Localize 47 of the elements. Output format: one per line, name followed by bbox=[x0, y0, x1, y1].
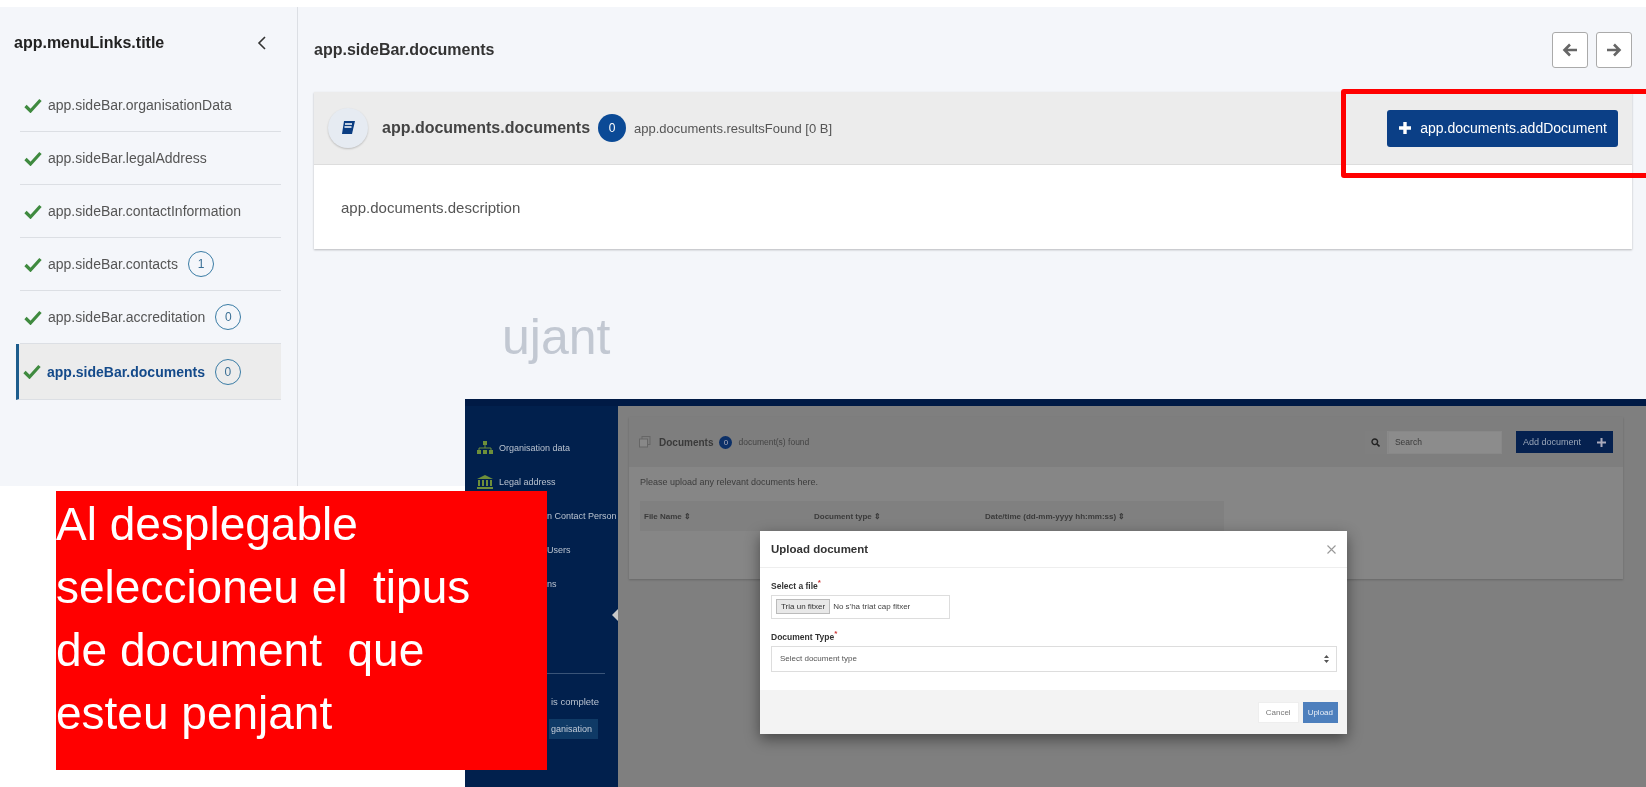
plus-icon bbox=[1398, 121, 1413, 135]
plus-icon bbox=[1597, 437, 1606, 447]
annotation-text: esteu penjant bbox=[56, 686, 334, 741]
description-text: Please upload any relevant documents here. bbox=[640, 477, 820, 487]
card-title: app.documents.documents bbox=[382, 119, 591, 137]
count-badge: 0 bbox=[598, 114, 627, 142]
sidebar-item[interactable]: app.sideBar.contacts 1 bbox=[20, 238, 281, 291]
page-title: app.sideBar.documents bbox=[314, 40, 495, 59]
pointer-icon bbox=[612, 609, 618, 621]
bank-icon bbox=[477, 475, 493, 489]
upload-button[interactable]: Upload bbox=[1302, 701, 1338, 723]
forward-button[interactable] bbox=[1596, 31, 1632, 68]
close-icon[interactable] bbox=[1327, 544, 1336, 554]
sidebar-item[interactable]: app.sideBar.legalAddress bbox=[20, 132, 281, 185]
inset-status-text: is complete bbox=[551, 696, 601, 707]
file-input[interactable]: Tria un fitxer No s'ha triat cap fitxer bbox=[771, 594, 950, 619]
annotation-text: seleccioneu el tipus bbox=[56, 560, 472, 615]
annotation-text: de document que bbox=[56, 623, 426, 678]
copy-icon bbox=[639, 436, 651, 448]
inset-sidebar-item[interactable]: Legal address bbox=[499, 477, 556, 487]
inset-sidebar-item[interactable]: n Contact Person bbox=[547, 511, 617, 521]
sort-caret-icon bbox=[1324, 654, 1329, 663]
hierarchy-icon bbox=[477, 441, 493, 455]
count-badge: 0 bbox=[719, 435, 733, 449]
search-field[interactable]: Search bbox=[1387, 430, 1502, 454]
results-text: app.documents.resultsFound [0 B] bbox=[634, 120, 833, 136]
book-icon bbox=[328, 108, 368, 148]
arrow-left-icon bbox=[1562, 42, 1578, 57]
dialog-title: Upload document bbox=[771, 543, 869, 555]
document-type-select[interactable]: Select document type bbox=[771, 645, 1337, 672]
inset-panel-title: Documents bbox=[659, 436, 714, 448]
arrow-right-icon bbox=[1606, 42, 1622, 57]
inset-sidebar-button[interactable]: ganisation bbox=[549, 719, 599, 739]
inset-sidebar-item[interactable]: ns bbox=[547, 579, 557, 589]
cancel-button[interactable]: Cancel bbox=[1257, 701, 1299, 723]
back-button[interactable] bbox=[1552, 31, 1588, 68]
add-document-button[interactable]: app.documents.addDocument bbox=[1387, 109, 1618, 147]
collapse-icon[interactable] bbox=[257, 36, 267, 50]
add-document-button[interactable]: Add document bbox=[1515, 431, 1613, 453]
sidebar-title: app.menuLinks.title bbox=[14, 34, 165, 52]
sidebar-item[interactable]: app.sideBar.contactInformation bbox=[20, 185, 281, 238]
description-text: app.documents.description bbox=[341, 198, 521, 216]
inset-sidebar-item[interactable]: Users bbox=[547, 545, 571, 555]
annotation-text: Al desplegable bbox=[56, 497, 359, 552]
inset-sidebar-item[interactable]: Organisation data bbox=[499, 443, 571, 453]
sidebar-item[interactable]: app.sideBar.organisationData bbox=[20, 79, 281, 132]
sidebar-item[interactable]: app.sideBar.documents 0 bbox=[16, 344, 281, 400]
